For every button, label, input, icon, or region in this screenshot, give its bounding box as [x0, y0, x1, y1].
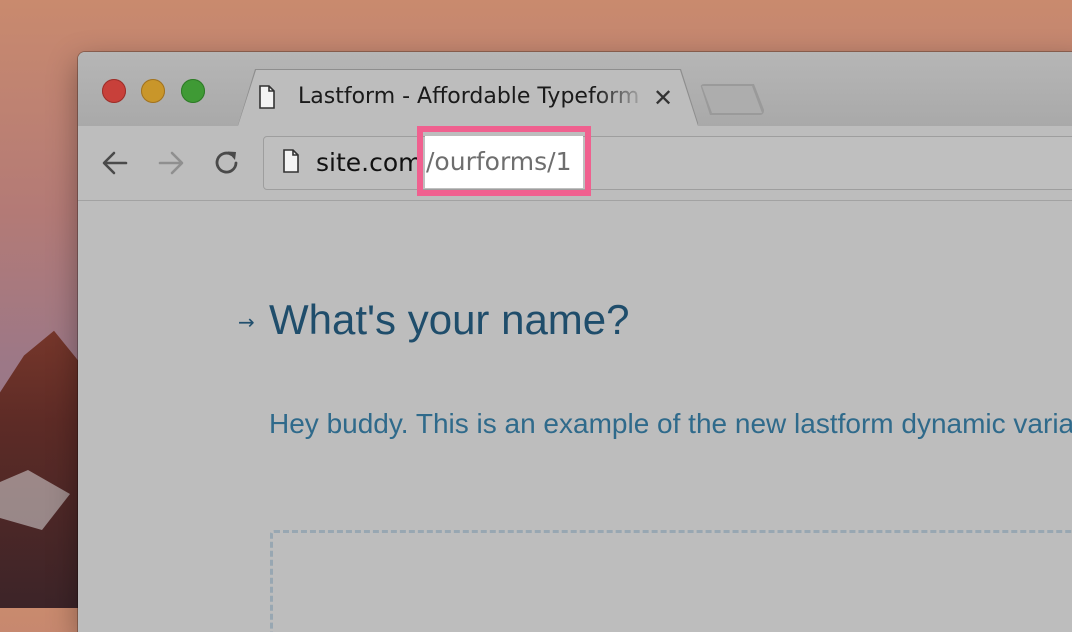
answer-input[interactable]	[270, 530, 1072, 632]
url-path-highlight	[417, 126, 591, 196]
tab-title: Lastform - Affordable Typeform	[298, 84, 640, 109]
document-icon	[259, 85, 275, 109]
url-host: site.com	[316, 148, 423, 177]
close-tab-icon[interactable]: ✕	[653, 83, 677, 113]
reload-icon[interactable]	[212, 148, 242, 178]
arrow-left-icon[interactable]	[100, 148, 130, 178]
arrow-right-icon[interactable]	[156, 148, 186, 178]
browser-window: Lastform - Affordable Typeform ✕ site.co…	[78, 52, 1072, 632]
question-title: What's your name?	[269, 296, 630, 343]
window-maximize-button[interactable]	[181, 79, 205, 103]
window-close-button[interactable]	[102, 79, 126, 103]
question-arrow-icon: →	[238, 310, 255, 334]
window-minimize-button[interactable]	[141, 79, 165, 103]
page-info-icon[interactable]	[282, 149, 300, 173]
question-description: Hey buddy. This is an example of the new…	[269, 408, 1072, 439]
new-tab-icon	[702, 86, 762, 113]
